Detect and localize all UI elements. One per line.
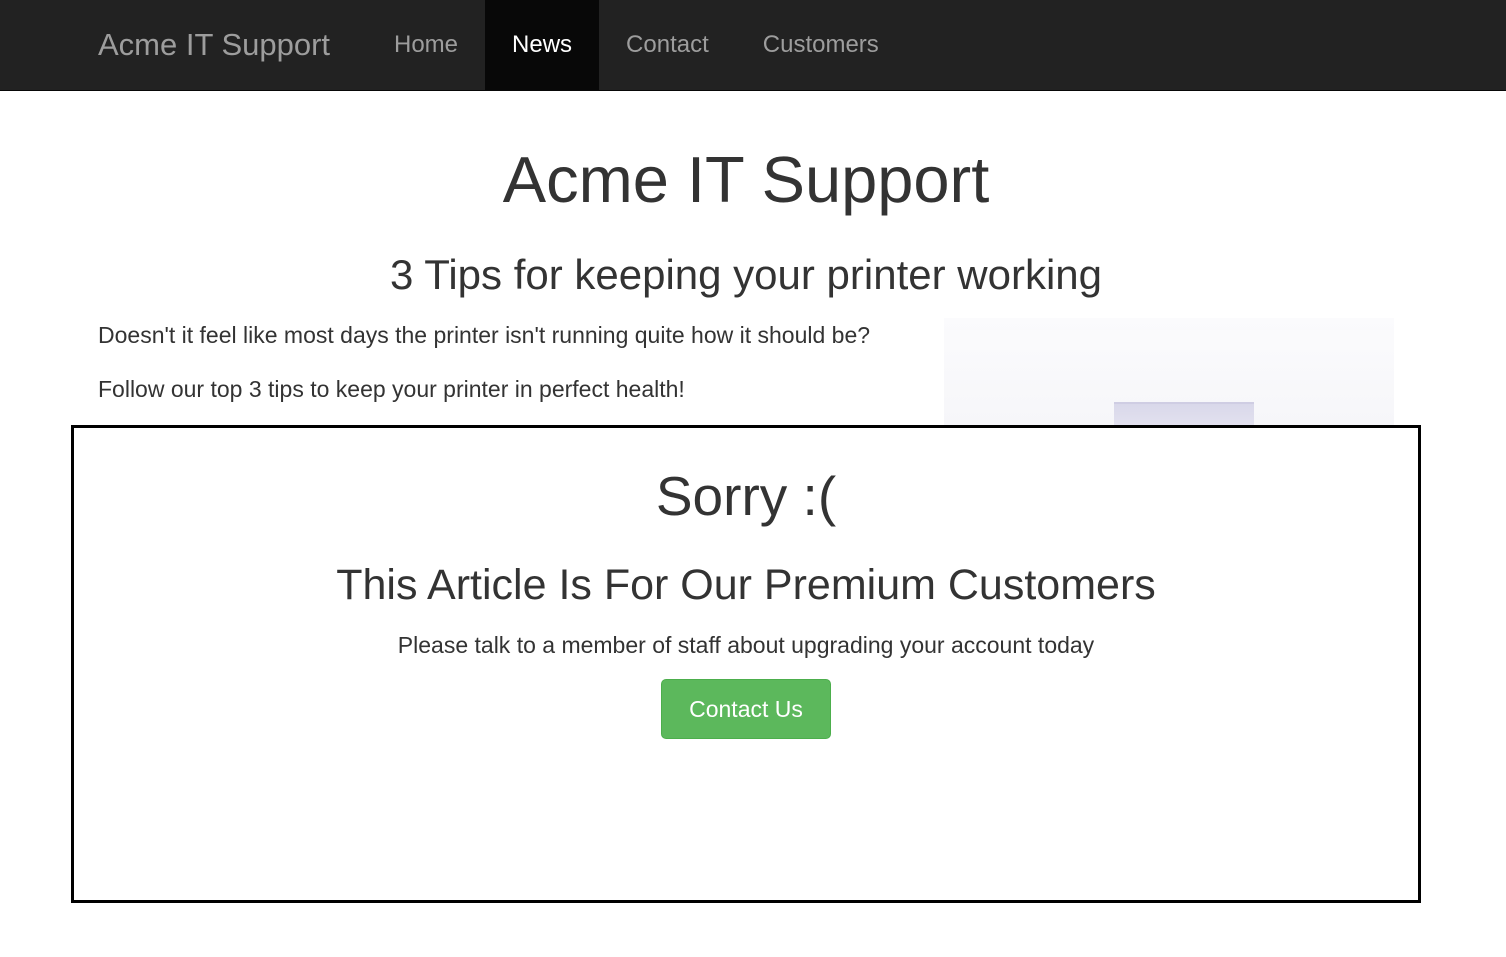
top-navbar: Acme IT Support Home News Contact Custom… [0,0,1506,91]
nav-item-contact[interactable]: Contact [599,0,736,90]
nav-item-news[interactable]: News [485,0,600,90]
article-title: 3 Tips for keeping your printer working [389,251,1102,298]
nav-item-home[interactable]: Home [367,0,485,90]
article-paragraph-2: Follow our top 3 tips to keep your print… [98,376,685,402]
printer-image [944,318,1394,428]
nav-item-customers[interactable]: Customers [736,0,906,90]
paywall-sorry-title: Sorry :( [655,465,837,527]
article-paragraph-1: Doesn't it feel like most days the print… [98,322,871,348]
brand-link[interactable]: Acme IT Support [98,0,330,90]
premium-paywall-modal: Sorry :( This Article Is For Our Premium… [71,425,1421,903]
nav-menu: Home News Contact Customers [367,0,906,90]
paywall-heading: This Article Is For Our Premium Customer… [336,561,1156,609]
site-title: Acme IT Support [502,143,990,216]
paywall-message: Please talk to a member of staff about u… [397,632,1095,658]
contact-us-button[interactable]: Contact Us [661,679,831,739]
